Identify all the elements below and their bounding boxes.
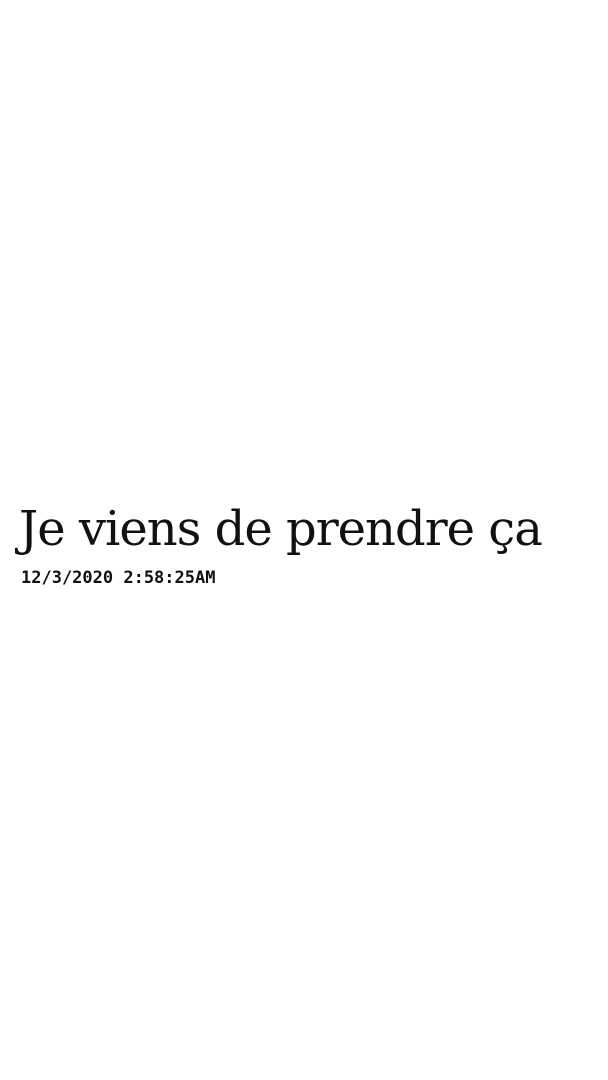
- screen: Je viens de prendre ça 12/3/2020 2:58:25…: [0, 0, 608, 1080]
- post: Je viens de prendre ça 12/3/2020 2:58:25…: [19, 497, 599, 589]
- post-title: Je viens de prendre ça: [19, 501, 543, 557]
- post-timestamp: 12/3/2020 2:58:25AM: [21, 568, 216, 588]
